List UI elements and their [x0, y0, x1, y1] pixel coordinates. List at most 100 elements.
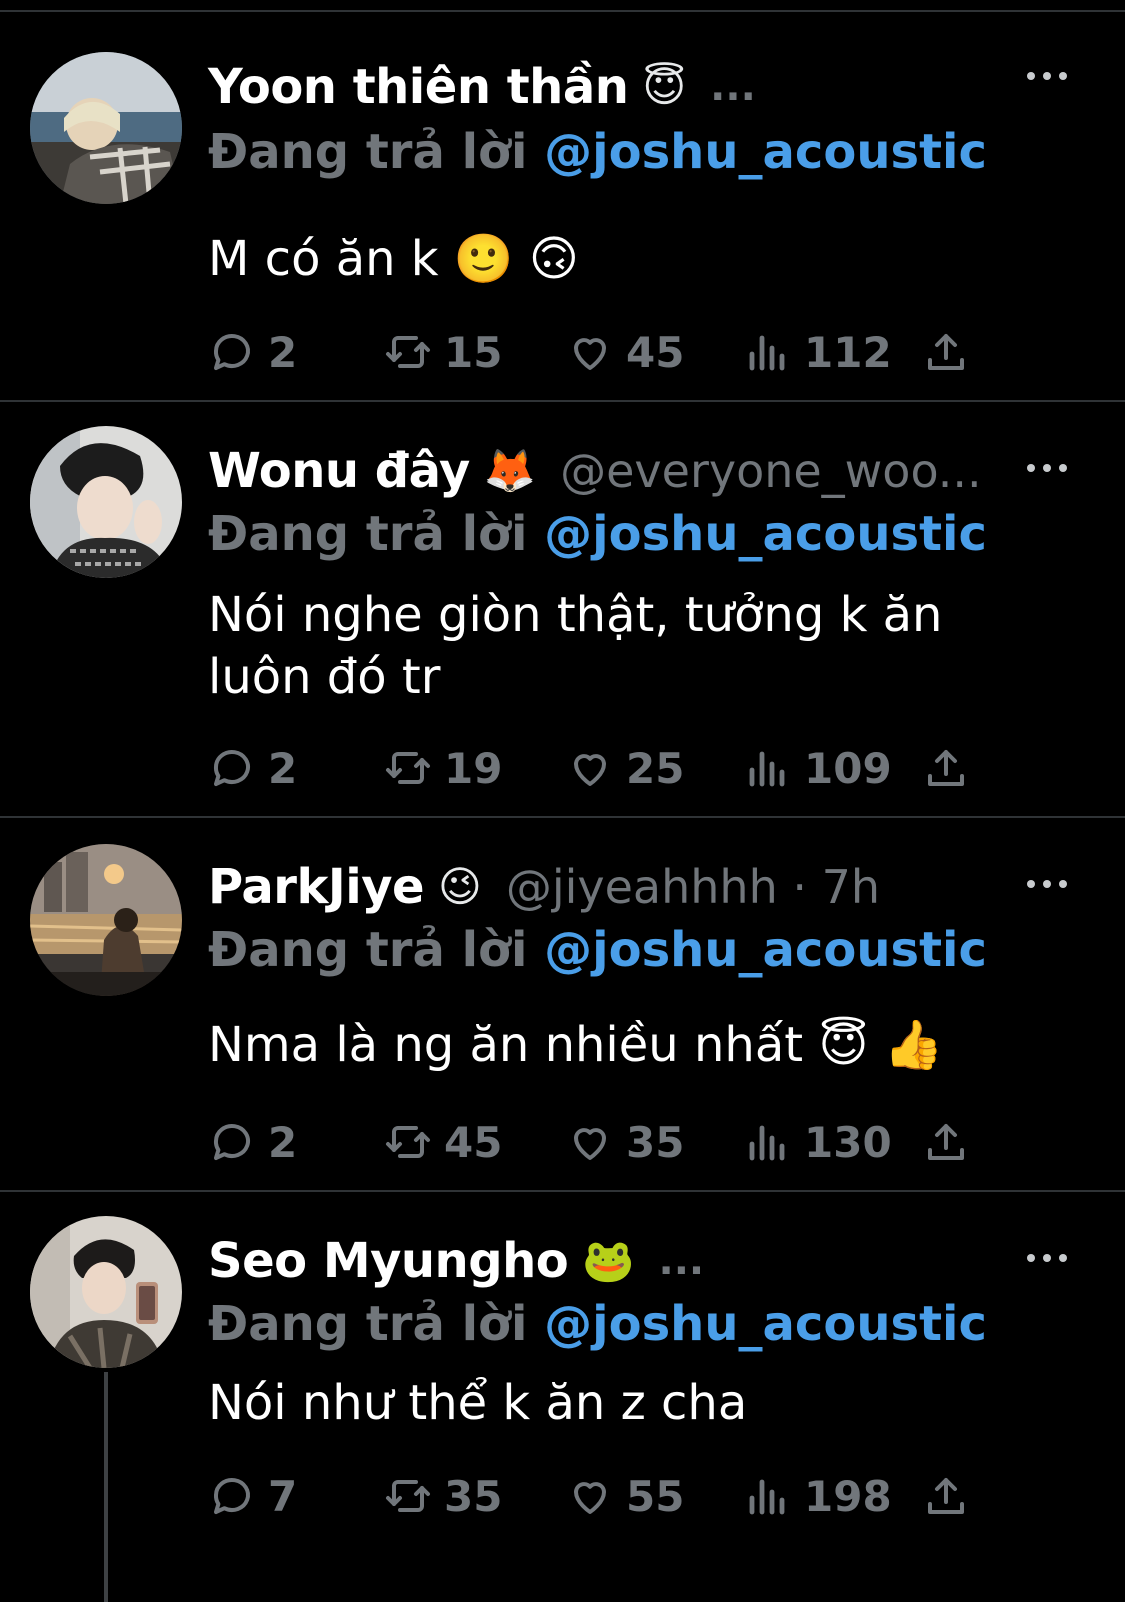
action-bar: 2 15 45 112: [208, 322, 988, 382]
like-count: 45: [626, 327, 685, 377]
avatar[interactable]: [30, 52, 182, 204]
views-button[interactable]: 130: [744, 1112, 892, 1172]
more-icon[interactable]: [1027, 68, 1067, 82]
mention-link[interactable]: @joshu_acoustic: [544, 506, 987, 562]
truncation-ellipsis: ...: [658, 1238, 705, 1284]
replying-to: Đang trả lời @joshu_acoustic: [208, 506, 987, 562]
display-name[interactable]: Wonu đây: [208, 443, 470, 499]
views-count: 198: [804, 1471, 892, 1521]
user-handle[interactable]: @jiyeahhhh · 7h: [506, 860, 880, 914]
name-emoji: 😇: [642, 62, 687, 111]
tweet-text: M có ăn k 🙂 🙃: [208, 228, 1028, 290]
mention-link[interactable]: @joshu_acoustic: [544, 922, 987, 978]
replying-to-label: Đang trả lời: [208, 506, 528, 562]
like-icon: [566, 328, 614, 376]
views-button[interactable]: 198: [744, 1466, 892, 1526]
retweet-button[interactable]: 45: [384, 1112, 502, 1172]
name-emoji: 😉: [438, 862, 482, 911]
replying-to: Đang trả lời @joshu_acoustic: [208, 1296, 987, 1352]
reply-icon: [208, 1118, 256, 1166]
reply-button[interactable]: 2: [208, 738, 297, 798]
reply-icon: [208, 328, 256, 376]
name-emoji: 🦊: [483, 446, 537, 495]
tweet-header: Yoon thiên thần 😇 ...: [208, 54, 1105, 120]
tweet-card[interactable]: ParkJiye 😉 @jiyeahhhh · 7h Đang trả lời …: [0, 818, 1125, 1192]
share-icon: [922, 328, 970, 376]
tweet-text: Nma là ng ăn nhiều nhất 😇 👍: [208, 1014, 1028, 1076]
like-icon: [566, 1118, 614, 1166]
retweet-count: 19: [444, 743, 503, 793]
replying-to: Đang trả lời @joshu_acoustic: [208, 124, 987, 180]
tweet-text: Nói như thể k ăn z cha: [208, 1372, 1028, 1434]
views-count: 130: [804, 1117, 892, 1167]
views-button[interactable]: 112: [744, 322, 892, 382]
like-count: 35: [626, 1117, 685, 1167]
truncation-ellipsis: ...: [710, 64, 756, 110]
views-icon: [744, 1118, 792, 1166]
reply-button[interactable]: 7: [208, 1466, 297, 1526]
tweet-card[interactable]: Seo Myungho 🐸 ... Đang trả lời @joshu_ac…: [0, 1192, 1125, 1602]
action-bar: 7 35 55 198: [208, 1466, 988, 1526]
retweet-button[interactable]: 35: [384, 1466, 502, 1526]
tweet-text-line: Nma là ng ăn nhiều nhất 😇 👍: [208, 1017, 944, 1073]
like-button[interactable]: 45: [566, 322, 684, 382]
share-button[interactable]: [922, 322, 970, 382]
like-button[interactable]: 35: [566, 1112, 684, 1172]
replying-to-label: Đang trả lời: [208, 1296, 528, 1352]
avatar[interactable]: [30, 1216, 182, 1368]
retweet-icon: [384, 744, 432, 792]
reply-button[interactable]: 2: [208, 322, 297, 382]
tweet-text-line: Nói như thể k ăn z cha: [208, 1375, 748, 1431]
like-icon: [566, 744, 614, 792]
user-handle[interactable]: @everyone_woo...: [560, 444, 982, 498]
tweet-header: Wonu đây 🦊 @everyone_woo...: [208, 438, 1105, 504]
share-button[interactable]: [922, 738, 970, 798]
like-button[interactable]: 55: [566, 1466, 684, 1526]
mention-link[interactable]: @joshu_acoustic: [544, 1296, 987, 1352]
retweet-icon: [384, 1118, 432, 1166]
views-count: 112: [804, 327, 892, 377]
tweet-header: Seo Myungho 🐸 ...: [208, 1228, 1105, 1294]
tweet-card[interactable]: Wonu đây 🦊 @everyone_woo... Đang trả lời…: [0, 402, 1125, 818]
retweet-count: 35: [444, 1471, 503, 1521]
replying-to-label: Đang trả lời: [208, 124, 528, 180]
avatar[interactable]: [30, 426, 182, 578]
display-name[interactable]: Yoon thiên thần: [208, 59, 629, 115]
share-button[interactable]: [922, 1466, 970, 1526]
reply-count: 2: [268, 743, 298, 793]
tweet-card[interactable]: Yoon thiên thần 😇 ... Đang trả lời @josh…: [0, 12, 1125, 402]
display-name[interactable]: Seo Myungho: [208, 1233, 569, 1289]
replying-to: Đang trả lời @joshu_acoustic: [208, 922, 987, 978]
like-icon: [566, 1472, 614, 1520]
tweet-text-line: M có ăn k 🙂 🙃: [208, 231, 579, 287]
reply-count: 7: [268, 1471, 298, 1521]
share-icon: [922, 1472, 970, 1520]
more-icon[interactable]: [1027, 1250, 1067, 1264]
share-icon: [922, 744, 970, 792]
tweet-text-line: luôn đó tr: [208, 649, 441, 705]
replying-to-label: Đang trả lời: [208, 922, 528, 978]
like-button[interactable]: 25: [566, 738, 684, 798]
reply-icon: [208, 744, 256, 792]
reply-icon: [208, 1472, 256, 1520]
reply-button[interactable]: 2: [208, 1112, 297, 1172]
views-icon: [744, 1472, 792, 1520]
display-name[interactable]: ParkJiye: [208, 859, 425, 915]
tweet-text-line: Nói nghe giòn thật, tưởng k ăn: [208, 587, 943, 643]
retweet-button[interactable]: 19: [384, 738, 502, 798]
views-count: 109: [804, 743, 892, 793]
name-emoji: 🐸: [582, 1236, 635, 1285]
more-icon[interactable]: [1027, 876, 1067, 890]
more-icon[interactable]: [1027, 460, 1067, 474]
action-bar: 2 45 35 130: [208, 1112, 988, 1172]
mention-link[interactable]: @joshu_acoustic: [544, 124, 987, 180]
tweet-header: ParkJiye 😉 @jiyeahhhh · 7h: [208, 854, 1105, 920]
action-bar: 2 19 25 109: [208, 738, 988, 798]
views-button[interactable]: 109: [744, 738, 892, 798]
avatar[interactable]: [30, 844, 182, 996]
views-icon: [744, 328, 792, 376]
retweet-icon: [384, 1472, 432, 1520]
retweet-button[interactable]: 15: [384, 322, 502, 382]
tweet-text: Nói nghe giòn thật, tưởng k ăn luôn đó t…: [208, 584, 1028, 708]
share-button[interactable]: [922, 1112, 970, 1172]
